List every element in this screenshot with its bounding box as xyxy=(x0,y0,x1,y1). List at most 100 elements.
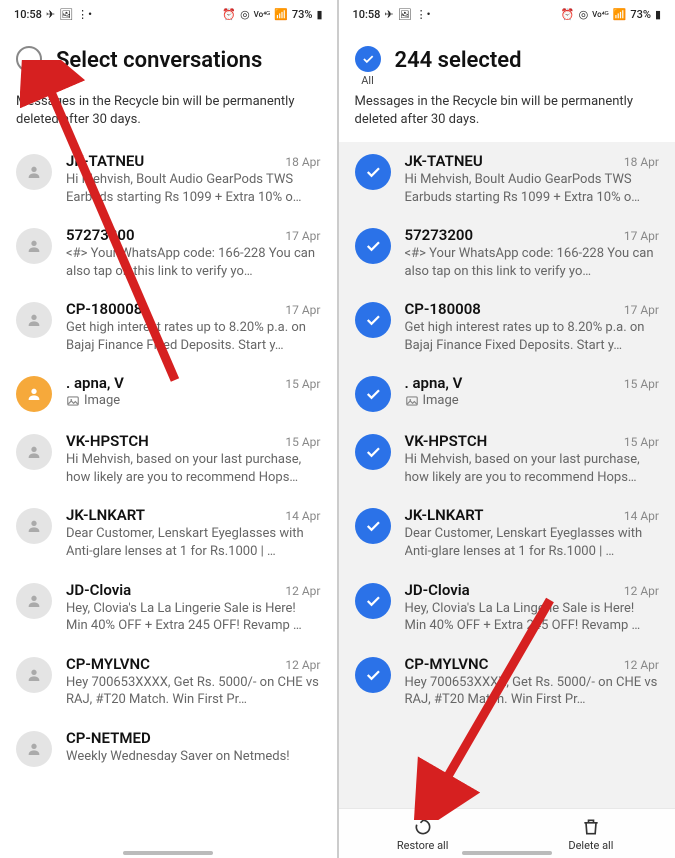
phone-right: 10:58 ✈ 🖼 ⋮• ⏰ ◎ Vo⁴ᴳ 📶 73% ▮ All 244 se… xyxy=(338,0,675,858)
message-date: 18 Apr xyxy=(285,155,320,169)
sender-name: CP-MYLVNC xyxy=(405,655,489,673)
sender-name: . apna, V xyxy=(405,374,463,392)
selected-check-icon xyxy=(355,657,391,693)
conversation-item[interactable]: CP-MYLVNC12 AprHey 700653XXXX, Get Rs. 5… xyxy=(339,645,675,719)
conversation-item[interactable]: JK-LNKART 14 Apr Dear Customer, Lenskart E… xyxy=(339,496,675,570)
conversation-list[interactable]: JK-TATNEU18 AprHi Mehvish, Boult Audio G… xyxy=(339,142,675,808)
sender-name: VK-HPSTCH xyxy=(66,432,149,450)
message-preview: <#> Your WhatsApp code: 166-228 You can … xyxy=(66,245,321,280)
conversation-list[interactable]: JK-TATNEU18 AprHi Mehvish, Boult Audio G… xyxy=(0,142,337,858)
selected-check-icon xyxy=(355,434,391,470)
checkbox-empty-icon xyxy=(16,46,42,72)
contact-avatar xyxy=(16,657,52,693)
message-preview: Hey 700653XXXX, Get Rs. 5000/- on CHE vs… xyxy=(66,674,321,709)
conversation-item[interactable]: . apna, V15 AprImage xyxy=(339,364,675,422)
item-body: CP-180008 17 Apr Get high interest rates u… xyxy=(405,300,660,354)
message-preview: Hi Mehvish, based on your last purchase,… xyxy=(66,451,321,486)
contact-avatar xyxy=(16,434,52,470)
nav-pill[interactable] xyxy=(123,851,213,855)
battery-text: 73% xyxy=(292,8,313,21)
contact-avatar xyxy=(16,376,52,412)
conversation-item[interactable]: VK-HPSTCH15 AprHi Mehvish, based on your… xyxy=(339,422,675,496)
message-date: 15 Apr xyxy=(285,377,320,391)
message-preview: Get high interest rates up to 8.20% p.a.… xyxy=(66,319,321,354)
item-body: CP-NETMEDWeekly Wednesday Saver on Netme… xyxy=(66,729,321,766)
selected-check-icon xyxy=(355,583,391,619)
more-icon: ⋮• xyxy=(416,8,431,21)
conversation-item[interactable]: JK-TATNEU18 AprHi Mehvish, Boult Audio G… xyxy=(0,142,337,216)
message-date: 14 Apr xyxy=(285,509,320,523)
message-preview: Hi Mehvish, Boult Audio GearPods TWS Ear… xyxy=(405,171,660,206)
hotspot-icon: ◎ xyxy=(579,8,589,21)
conversation-item[interactable]: CP-MYLVNC12 AprHey 700653XXXX, Get Rs. 5… xyxy=(0,645,337,719)
message-preview: Hey, Clovia's La La Lingerie Sale is Her… xyxy=(405,600,660,635)
item-body: JD-Clovia 12 Apr Hey, Clovia's La La Linge… xyxy=(66,581,321,635)
select-all-toggle[interactable]: All xyxy=(355,46,381,87)
sender-name: . apna, V xyxy=(66,374,124,392)
item-body: . apna, V15 AprImage xyxy=(66,374,321,408)
message-date: 15 Apr xyxy=(624,435,659,449)
sender-name: 57273200 xyxy=(405,226,474,244)
sender-name: CP-NETMED xyxy=(66,729,151,747)
telegram-icon: ✈ xyxy=(384,8,393,21)
conversation-item[interactable]: VK-HPSTCH 15 Apr Hi Mehvish, based on your… xyxy=(0,422,337,496)
item-body: VK-HPSTCH 15 Apr Hi Mehvish, based on your… xyxy=(66,432,321,486)
message-date: 12 Apr xyxy=(624,658,659,672)
sender-name: JK-LNKART xyxy=(405,506,484,524)
message-date: 12 Apr xyxy=(624,584,659,598)
conversation-item[interactable]: 5727320017 Apr<#> Your WhatsApp code: 16… xyxy=(0,216,337,290)
message-date: 15 Apr xyxy=(624,377,659,391)
conversation-item[interactable]: JK-TATNEU18 AprHi Mehvish, Boult Audio G… xyxy=(339,142,675,216)
status-bar: 10:58 ✈ 🖼 ⋮• ⏰ ◎ Vo⁴ᴳ 📶 73% ▮ xyxy=(0,0,337,28)
recycle-notice: Messages in the Recycle bin will be perm… xyxy=(0,93,337,142)
message-preview: Dear Customer, Lenskart Eyeglasses with … xyxy=(405,525,660,560)
conversation-item[interactable]: JK-LNKART14 AprDear Customer, Lenskart E… xyxy=(0,496,337,570)
selection-header: All Select conversations xyxy=(0,28,337,93)
select-all-toggle[interactable]: All xyxy=(16,46,42,87)
contact-avatar xyxy=(16,731,52,767)
contact-avatar xyxy=(16,583,52,619)
conversation-item[interactable]: CP-180008 17 Apr Get high interest rates u… xyxy=(0,290,337,364)
sender-name: CP-180008 xyxy=(405,300,481,318)
signal-icon: 📶 xyxy=(613,8,627,21)
message-date: 17 Apr xyxy=(624,303,659,317)
alarm-icon: ⏰ xyxy=(222,8,236,21)
message-preview: Hi Mehvish, Boult Audio GearPods TWS Ear… xyxy=(66,171,321,206)
conversation-item[interactable]: CP-180008 17 Apr Get high interest rates u… xyxy=(339,290,675,364)
delete-label: Delete all xyxy=(568,839,613,852)
message-date: 12 Apr xyxy=(285,584,320,598)
restore-icon xyxy=(413,817,433,837)
sender-name: CP-180008 xyxy=(66,300,142,318)
item-body: CP-MYLVNC12 AprHey 700653XXXX, Get Rs. 5… xyxy=(66,655,321,709)
sender-name: 57273200 xyxy=(66,226,135,244)
message-date: 18 Apr xyxy=(624,155,659,169)
nav-pill[interactable] xyxy=(462,851,552,855)
phone-left: 10:58 ✈ 🖼 ⋮• ⏰ ◎ Vo⁴ᴳ 📶 73% ▮ All Select… xyxy=(0,0,338,858)
conversation-item[interactable]: 5727320017 Apr<#> Your WhatsApp code: 16… xyxy=(339,216,675,290)
telegram-icon: ✈ xyxy=(46,8,55,21)
status-time: 10:58 xyxy=(14,8,42,21)
contact-avatar xyxy=(16,508,52,544)
conversation-item[interactable]: . apna, V15 AprImage xyxy=(0,364,337,422)
item-body: CP-180008 17 Apr Get high interest rates u… xyxy=(66,300,321,354)
status-bar: 10:58 ✈ 🖼 ⋮• ⏰ ◎ Vo⁴ᴳ 📶 73% ▮ xyxy=(339,0,675,28)
sender-name: JD-Clovia xyxy=(66,581,131,599)
sender-name: JK-LNKART xyxy=(66,506,145,524)
gallery-icon: 🖼 xyxy=(398,8,412,21)
message-preview: Get high interest rates up to 8.20% p.a.… xyxy=(405,319,660,354)
status-time: 10:58 xyxy=(353,8,381,21)
battery-icon: ▮ xyxy=(655,8,661,21)
message-date: 14 Apr xyxy=(624,509,659,523)
contact-avatar xyxy=(16,302,52,338)
message-date: 15 Apr xyxy=(285,435,320,449)
message-date: 17 Apr xyxy=(285,303,320,317)
conversation-item[interactable]: JD-Clovia 12 Apr Hey, Clovia's La La Linge… xyxy=(0,571,337,645)
selected-check-icon xyxy=(355,302,391,338)
item-body: VK-HPSTCH15 AprHi Mehvish, based on your… xyxy=(405,432,660,486)
conversation-item[interactable]: CP-NETMEDWeekly Wednesday Saver on Netme… xyxy=(0,719,337,777)
selected-check-icon xyxy=(355,376,391,412)
message-preview: Hey, Clovia's La La Lingerie Sale is Her… xyxy=(66,600,321,635)
alarm-icon: ⏰ xyxy=(561,8,575,21)
conversation-item[interactable]: JD-Clovia12 AprHey, Clovia's La La Linge… xyxy=(339,571,675,645)
all-label: All xyxy=(23,74,36,87)
